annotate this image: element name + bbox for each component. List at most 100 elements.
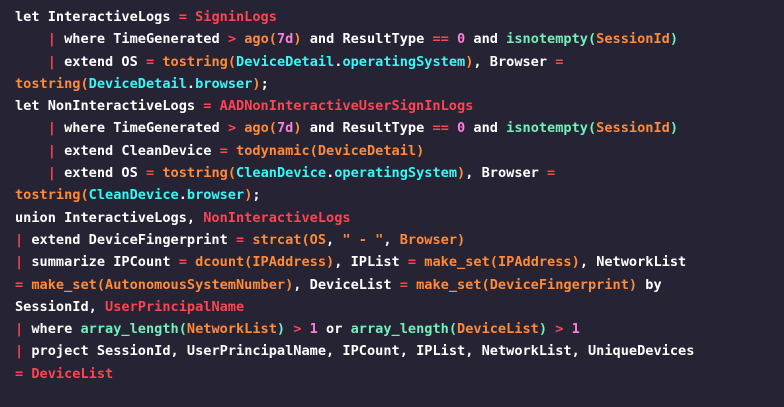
code-token: tostring( xyxy=(15,187,89,204)
code-token: , xyxy=(326,231,343,248)
code-token: = xyxy=(547,53,564,70)
code-line: let InteractiveLogs = SigninLogs xyxy=(15,6,784,28)
code-token: let xyxy=(15,9,48,25)
code-token: UserPrincipalName xyxy=(186,343,327,360)
code-token: CleanDevice xyxy=(236,165,327,182)
code-editor[interactable]: let InteractiveLogs = SigninLogs | where… xyxy=(0,0,784,407)
code-token: Browser xyxy=(489,53,548,70)
code-token: tostring( xyxy=(162,165,237,182)
code-token: Browser xyxy=(399,231,458,248)
code-token: 1 xyxy=(571,321,580,338)
code-token: == xyxy=(424,120,458,137)
code-token: extend xyxy=(31,231,89,248)
code-token: . xyxy=(186,75,196,92)
code-token: = xyxy=(137,165,163,182)
code-line: | where TimeGenerated > ago(7d) and Resu… xyxy=(15,28,784,50)
code-token: 0 xyxy=(457,120,466,137)
code-token: | xyxy=(15,321,32,338)
code-token: | xyxy=(15,343,32,360)
code-token: 7d xyxy=(276,120,294,137)
code-line: tostring(DeviceDetail.browser); xyxy=(15,73,784,95)
code-token: ) xyxy=(276,321,286,338)
code-line: | extend OS = tostring(DeviceDetail.oper… xyxy=(15,51,784,73)
code-token: , xyxy=(186,209,204,226)
code-token: SessionId xyxy=(596,120,670,137)
code-token: DeviceDetail xyxy=(317,142,417,159)
code-token: tostring( xyxy=(15,75,89,92)
code-token: NonInteractiveLogs xyxy=(47,98,196,115)
code-token: | xyxy=(15,231,32,248)
code-token: InteractiveLogs xyxy=(64,209,187,226)
code-token: by xyxy=(637,276,662,293)
code-token: IPList xyxy=(350,254,400,271)
code-token: 0 xyxy=(457,31,466,48)
code-token: = xyxy=(170,254,196,271)
code-token: , xyxy=(293,276,310,293)
code-token: , xyxy=(88,298,106,315)
code-token: == xyxy=(424,31,458,48)
code-token: make_set( xyxy=(416,276,490,293)
code-token: ) xyxy=(457,231,466,248)
code-token: 7d xyxy=(276,31,294,48)
code-token: todynamic( xyxy=(236,142,318,159)
code-token: ) xyxy=(416,142,425,159)
code-token: array_length( xyxy=(80,321,187,338)
code-token: ; xyxy=(252,187,261,204)
code-token: = xyxy=(538,165,556,182)
code-token: CleanDevice xyxy=(121,142,212,159)
code-token: ResultType xyxy=(342,31,425,48)
code-token: where xyxy=(64,120,114,137)
code-token: ago( xyxy=(244,120,277,137)
code-token: extend xyxy=(64,165,122,182)
code-line: | where TimeGenerated > ago(7d) and Resu… xyxy=(15,117,784,139)
code-line: | extend OS = tostring(CleanDevice.opera… xyxy=(15,162,784,184)
code-token: ) xyxy=(457,165,466,182)
code-token: ) xyxy=(293,120,302,137)
code-token: = xyxy=(227,231,253,248)
code-token: NetworkList xyxy=(596,254,687,271)
code-token: , xyxy=(399,343,417,360)
code-token: and xyxy=(301,120,343,137)
code-token: > xyxy=(219,120,245,137)
code-token: operatingSystem xyxy=(342,53,466,70)
code-token: make_set( xyxy=(31,276,106,293)
code-token: TimeGenerated xyxy=(113,120,220,137)
code-token: ) xyxy=(669,31,679,48)
code-token: ) xyxy=(628,276,638,293)
code-token: SessionId xyxy=(596,31,670,48)
code-token: UniqueDevices xyxy=(587,343,695,360)
code-token: IPAddress xyxy=(252,254,327,271)
code-line: | summarize IPCount = dcount(IPAddress),… xyxy=(15,251,784,273)
code-token: where xyxy=(64,31,114,48)
code-token: > xyxy=(219,31,245,48)
code-token: IPCount xyxy=(342,343,400,360)
code-token: ResultType xyxy=(342,120,425,137)
code-token: extend xyxy=(64,142,122,159)
code-line: | extend CleanDevice = todynamic(DeviceD… xyxy=(15,140,784,162)
code-token: ) xyxy=(293,31,302,48)
code-token: OS xyxy=(121,53,138,70)
code-token: make_set( xyxy=(424,254,498,271)
code-token: ) xyxy=(252,75,261,92)
code-token: = xyxy=(391,276,417,293)
code-token: Browser xyxy=(481,165,539,182)
code-token: 1 xyxy=(309,321,318,338)
code-token: ) xyxy=(538,321,548,338)
code-token: , xyxy=(571,343,588,360)
code-token: strcat( xyxy=(252,231,310,248)
code-token: ) xyxy=(571,254,580,271)
code-token: DeviceDetail xyxy=(88,75,187,92)
code-line: let NonInteractiveLogs = AADNonInteracti… xyxy=(15,95,784,117)
code-token: | xyxy=(15,254,32,271)
code-token: CleanDevice xyxy=(88,187,179,204)
code-token: DeviceDetail xyxy=(236,53,335,70)
code-token: and xyxy=(301,31,343,48)
code-token: | xyxy=(47,31,65,48)
code-token: OS xyxy=(121,165,138,182)
code-token: TimeGenerated xyxy=(113,31,220,48)
code-token: DeviceList xyxy=(31,365,114,382)
code-token: ) xyxy=(326,254,335,271)
code-token: " - " xyxy=(342,231,384,248)
code-token: extend xyxy=(64,53,122,70)
